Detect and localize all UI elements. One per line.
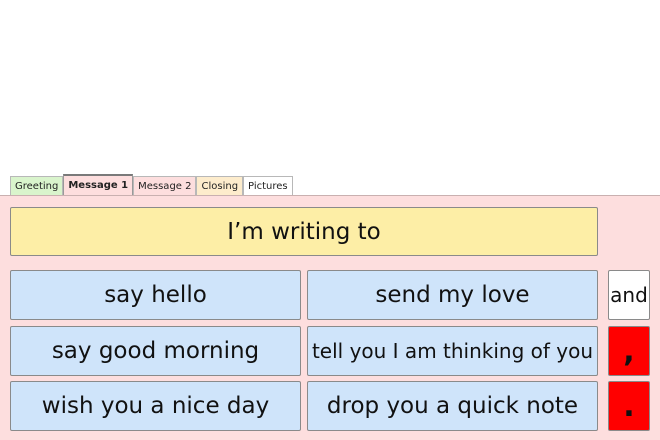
phrase-button-say-good-morning[interactable]: say good morning [10, 326, 301, 376]
phrase-button-wish-nice-day[interactable]: wish you a nice day [10, 381, 301, 431]
message-panel: I’m writing to say hello send my love an… [0, 195, 660, 440]
tab-pictures[interactable]: Pictures [243, 176, 293, 196]
tab-message-2[interactable]: Message 2 [133, 176, 197, 196]
header-phrase-button[interactable]: I’m writing to [10, 207, 598, 256]
tab-greeting[interactable]: Greeting [10, 176, 64, 196]
period-button[interactable]: . [608, 381, 650, 431]
phrase-button-drop-quick-note[interactable]: drop you a quick note [307, 381, 598, 431]
phrase-button-send-my-love[interactable]: send my love [307, 270, 598, 320]
tab-closing[interactable]: Closing [196, 176, 244, 196]
phrase-button-tell-you-thinking[interactable]: tell you I am thinking of you [307, 326, 598, 376]
tab-message-1[interactable]: Message 1 [63, 174, 134, 196]
tab-bar: Greeting Message 1 Message 2 Closing Pic… [10, 174, 293, 196]
word-button-and[interactable]: and [608, 270, 650, 320]
comma-button[interactable]: , [608, 326, 650, 376]
phrase-button-say-hello[interactable]: say hello [10, 270, 301, 320]
